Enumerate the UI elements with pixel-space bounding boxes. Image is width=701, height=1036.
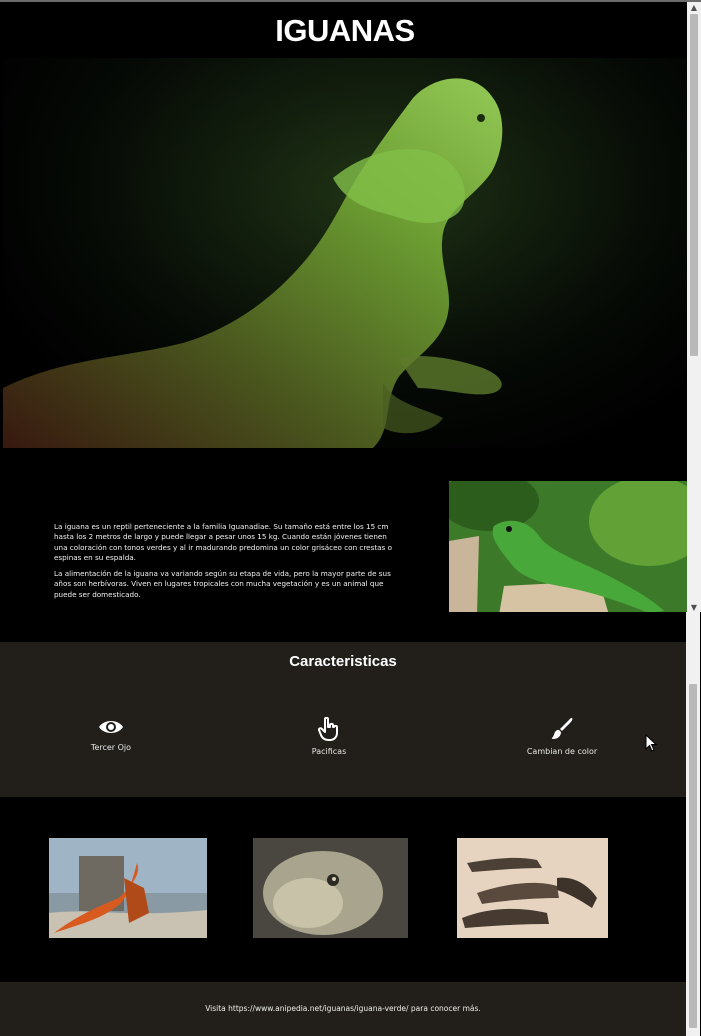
hero-iguana-image <box>3 58 689 448</box>
gallery-photo-beach-iguana <box>49 838 207 938</box>
embedded-page-frame: IGUANAS La iguana es un reptil perteneci… <box>0 0 701 612</box>
frame-scrollbar-thumb[interactable] <box>690 14 698 356</box>
features-title: Caracteristicas <box>289 653 397 670</box>
feature-pacificas: Pacificas <box>269 717 389 756</box>
feature-cambian-color: Cambian de color <box>502 717 622 756</box>
hand-pointer-icon <box>318 717 338 741</box>
site-footer: Visita https://www.anipedia.net/iguanas/… <box>0 982 686 1036</box>
page-scrollbar[interactable] <box>686 612 700 1036</box>
feature-label: Tercer Ojo <box>90 743 132 752</box>
page-title: IGUANAS <box>275 13 415 48</box>
gallery-photo-iguana-head <box>253 838 408 938</box>
footer-text[interactable]: Visita https://www.anipedia.net/iguanas/… <box>205 1004 481 1013</box>
features-section: Caracteristicas Tercer Ojo Pacificas Cam… <box>0 642 686 797</box>
scroll-up-arrow-icon[interactable]: ▲ <box>687 2 701 14</box>
intro-paragraph-1: La iguana es un reptil perteneciente a l… <box>54 522 392 562</box>
eye-icon <box>99 721 123 733</box>
mouse-cursor-icon <box>645 734 657 752</box>
feature-label: Cambian de color <box>526 747 598 756</box>
gallery-photo-iguana-group <box>457 838 608 938</box>
intro-text: La iguana es un reptil perteneciente a l… <box>54 522 399 606</box>
feature-label: Pacificas <box>311 747 347 756</box>
page-scrollbar-thumb[interactable] <box>689 684 697 1028</box>
site-header: IGUANAS <box>3 2 687 58</box>
frame-scrollbar[interactable]: ▲ ▼ <box>687 2 701 612</box>
paintbrush-icon <box>551 717 573 739</box>
embedded-page: IGUANAS La iguana es un reptil perteneci… <box>3 2 689 612</box>
green-iguana-photo <box>449 481 689 612</box>
feature-tercer-ojo: Tercer Ojo <box>51 717 171 752</box>
photo-gallery <box>0 797 686 982</box>
scroll-down-arrow-icon[interactable]: ▼ <box>687 602 701 612</box>
intro-paragraph-2: La alimentación de la iguana va variando… <box>54 569 391 599</box>
